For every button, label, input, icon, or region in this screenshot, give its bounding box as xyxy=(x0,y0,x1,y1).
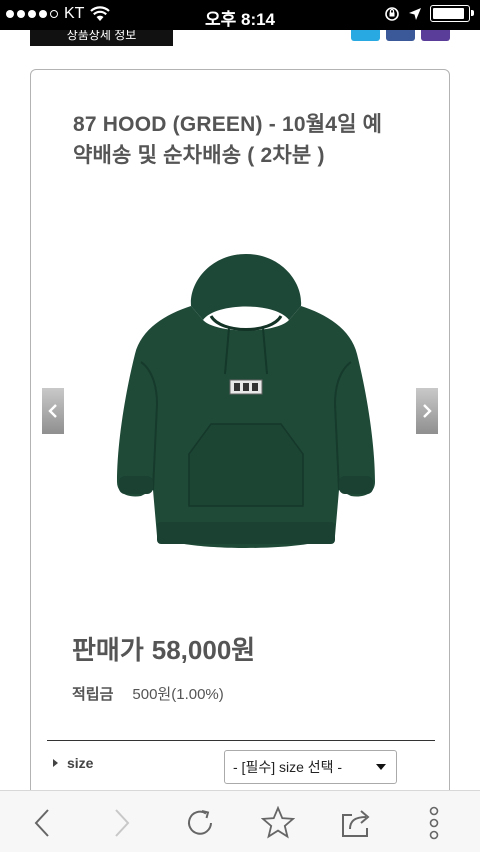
product-title: 87 HOOD (GREEN) - 10월4일 예 약배송 및 순차배송 ( 2… xyxy=(73,109,423,171)
divider xyxy=(47,740,435,741)
share-buttons xyxy=(351,30,450,41)
bookmark-icon xyxy=(261,806,295,839)
reward-points: 적립금 500원(1.00%) xyxy=(72,683,224,704)
share-button[interactable] xyxy=(336,803,376,843)
battery-icon xyxy=(430,5,474,22)
back-button[interactable] xyxy=(22,803,62,843)
caret-down-icon xyxy=(376,764,386,770)
product-image[interactable] xyxy=(111,254,381,564)
price-label: 판매가 xyxy=(72,635,144,665)
kakaostory-icon[interactable] xyxy=(421,30,450,41)
points-value: 500원(1.00%) xyxy=(132,686,224,703)
bookmark-button[interactable] xyxy=(258,803,298,843)
more-button[interactable] xyxy=(414,803,454,843)
image-prev-button[interactable] xyxy=(42,388,64,434)
facebook-icon[interactable] xyxy=(386,30,415,41)
forward-button[interactable] xyxy=(102,803,142,843)
size-label: size xyxy=(67,755,94,771)
triangle-right-icon xyxy=(53,759,58,767)
share-icon xyxy=(342,810,370,837)
twitter-icon[interactable] xyxy=(351,30,380,41)
reload-icon xyxy=(188,810,212,835)
chevron-right-icon xyxy=(423,404,432,418)
product-title-line2: 약배송 및 순차배송 ( 2차분 ) xyxy=(73,144,325,167)
price: 판매가 58,000원 xyxy=(72,630,255,667)
product-detail-tab-button[interactable]: 상품상세 정보 xyxy=(30,30,173,46)
forward-icon xyxy=(115,809,130,837)
browser-toolbar xyxy=(0,790,480,852)
size-option-label: size xyxy=(53,755,93,771)
more-icon xyxy=(429,806,439,840)
orientation-lock-icon xyxy=(385,6,399,21)
location-icon xyxy=(409,7,421,20)
product-card: 87 HOOD (GREEN) - 10월4일 예 약배송 및 순차배송 ( 2… xyxy=(30,69,450,809)
reload-button[interactable] xyxy=(180,803,220,843)
status-bar: KT 오후 8:14 xyxy=(0,0,480,30)
size-select[interactable]: - [필수] size 선택 - xyxy=(224,750,397,784)
status-right xyxy=(384,5,474,22)
points-label: 적립금 xyxy=(72,686,114,703)
image-next-button[interactable] xyxy=(416,388,438,434)
product-detail-tab-label: 상품상세 정보 xyxy=(66,30,137,42)
price-value: 58,000원 xyxy=(151,635,256,665)
back-icon xyxy=(34,809,49,837)
chevron-left-icon xyxy=(48,404,57,418)
product-title-line1: 87 HOOD (GREEN) - 10월4일 예 xyxy=(73,113,383,136)
size-select-value: - [필수] size 선택 - xyxy=(233,759,343,775)
